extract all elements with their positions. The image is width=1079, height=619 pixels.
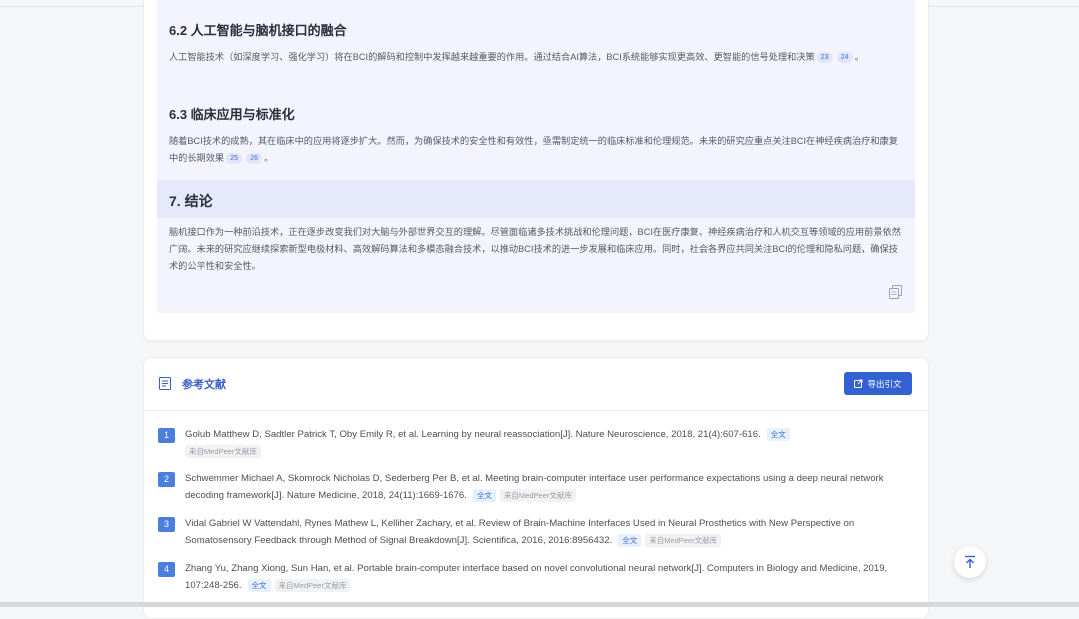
source-tag: 来自MedPeer文献库 <box>185 444 261 458</box>
arrow-up-icon <box>965 555 975 568</box>
document-list-icon <box>159 377 171 390</box>
paragraph-text: 随着BCI技术的成熟，其在临床中的应用将逐步扩大。然而，为确保技术的安全性和有效… <box>169 136 898 163</box>
section-paragraph-6-3: 随着BCI技术的成熟，其在临床中的应用将逐步扩大。然而，为确保技术的安全性和有效… <box>169 133 905 167</box>
reference-text: Golub Matthew D, Sadtler Patrick T, Oby … <box>185 426 910 460</box>
section-heading-6-3: 6.3 临床应用与标准化 <box>169 107 295 122</box>
reference-text: Zhang Yu, Zhang Xiong, Sun Han, et al. P… <box>185 560 910 594</box>
full-text-link[interactable]: 全文 <box>472 488 496 502</box>
references-header: 参考文献 导出引文 <box>144 358 928 411</box>
article-card: 6.2 人工智能与脑机接口的融合 人工智能技术（如深度学习、强化学习）将在BCI… <box>143 0 929 341</box>
reference-number: 2 <box>158 472 175 487</box>
references-title: 参考文献 <box>182 379 226 391</box>
export-citation-label: 导出引文 <box>867 378 902 389</box>
references-card: 参考文献 导出引文 1 Golub Matthew D, Sadtler Pat… <box>143 357 929 619</box>
reference-number: 1 <box>158 428 175 443</box>
export-citation-button[interactable]: 导出引文 <box>844 372 912 395</box>
source-tag: 来自MedPeer文献库 <box>499 488 576 502</box>
paragraph-text: 。 <box>854 52 864 62</box>
reference-citation: Golub Matthew D, Sadtler Patrick T, Oby … <box>185 429 761 440</box>
bottom-scroll-edge <box>0 602 1079 607</box>
reference-number: 3 <box>158 517 175 532</box>
source-tag: 来自MedPeer文献库 <box>274 578 351 592</box>
section-heading-6-2: 6.2 人工智能与脑机接口的融合 <box>169 23 347 38</box>
full-text-link[interactable]: 全文 <box>247 578 271 592</box>
copy-icon[interactable] <box>889 285 902 299</box>
conclusion-heading-band: 7. 结论 <box>157 180 915 218</box>
paragraph-text: 。 <box>264 153 274 163</box>
citation-badge[interactable]: 24 <box>836 52 853 64</box>
conclusion-heading: 7. 结论 <box>169 193 213 209</box>
paragraph-text: 人工智能技术（如深度学习、强化学习）将在BCI的解码和控制中发挥越来越重要的作用… <box>169 52 815 62</box>
full-text-link[interactable]: 全文 <box>618 533 642 547</box>
article-content: 6.2 人工智能与脑机接口的融合 人工智能技术（如深度学习、强化学习）将在BCI… <box>157 0 915 313</box>
citation-badge[interactable]: 23 <box>816 52 833 64</box>
source-tag: 来自MedPeer文献库 <box>645 533 722 547</box>
reference-text: Schwemmer Michael A, Skomrock Nicholas D… <box>185 470 910 504</box>
citation-badge[interactable]: 26 <box>246 153 263 165</box>
reference-number: 4 <box>158 562 175 577</box>
full-text-link[interactable]: 全文 <box>766 427 790 441</box>
conclusion-paragraph: 脑机接口作为一种前沿技术，正在逐步改变我们对大脑与外部世界交互的理解。尽管面临诸… <box>169 227 901 271</box>
section-paragraph-6-2: 人工智能技术（如深度学习、强化学习）将在BCI的解码和控制中发挥越来越重要的作用… <box>169 49 905 66</box>
export-icon <box>854 379 863 388</box>
back-to-top-button[interactable] <box>954 546 986 578</box>
reference-text: Vidal Gabriel W Vattendahl, Rynes Mathew… <box>185 515 910 549</box>
reference-citation: Vidal Gabriel W Vattendahl, Rynes Mathew… <box>185 518 855 546</box>
citation-badge[interactable]: 25 <box>226 153 243 165</box>
